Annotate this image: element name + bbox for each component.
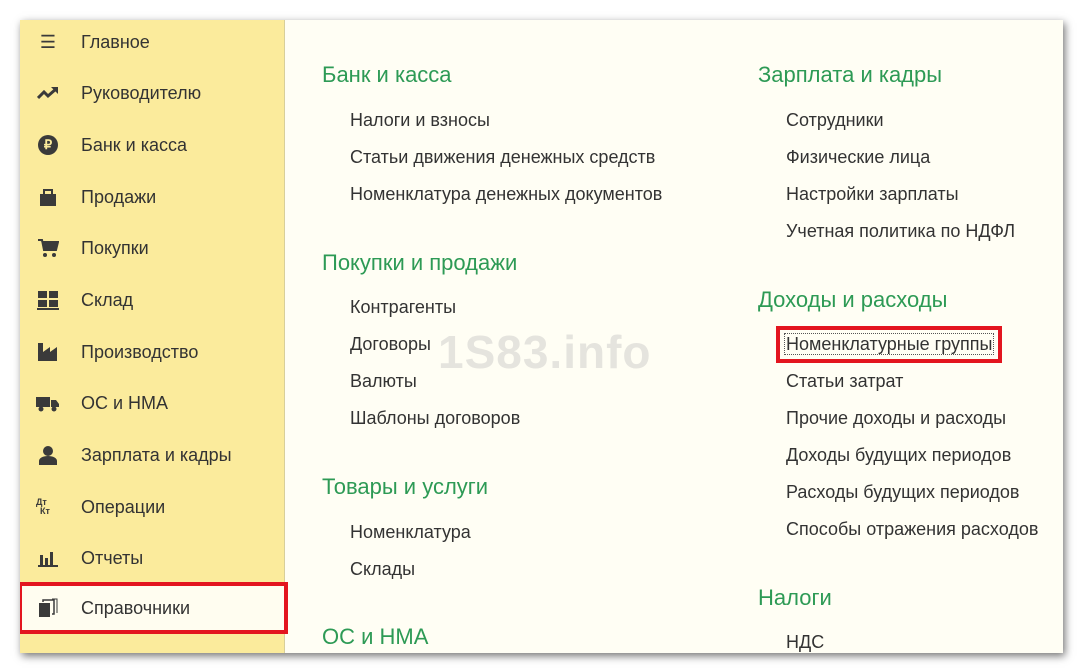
section-heading: Покупки и продажи [322, 250, 518, 275]
sidebar-item-label: Склад [81, 289, 134, 310]
sidebar-item-label: Покупки [81, 237, 149, 258]
sidebar-item-assets[interactable]: ОС и НМА [20, 381, 285, 425]
sidebar-item-label: Зарплата и кадры [81, 444, 232, 465]
section-heading: Товары и услуги [322, 474, 489, 499]
link-label: Номенклатурные группы [784, 333, 995, 355]
link-employees[interactable]: Сотрудники [786, 110, 884, 131]
sidebar-item-label: Главное [81, 31, 150, 52]
sidebar-item-label: ОС и НМА [81, 392, 169, 413]
link-warehouses[interactable]: Склады [350, 559, 415, 580]
link-nomenclature[interactable]: Номенклатура [350, 522, 471, 543]
sidebar-item-label: Производство [81, 341, 199, 362]
link-cost-items[interactable]: Статьи затрат [786, 371, 903, 392]
sidebar-item-label: Справочники [81, 597, 191, 618]
section-heading: ОС и НМА [322, 624, 429, 649]
dt-kt-icon: Дт Кт [36, 497, 50, 516]
cart-icon [36, 238, 60, 258]
sidebar-item-label: Банк и касса [81, 134, 187, 155]
watermark: 1S83.info [438, 326, 652, 378]
sidebar-item-warehouse[interactable]: Склад [20, 278, 285, 322]
section-heading: Зарплата и кадры [758, 62, 943, 87]
link-deferred-income[interactable]: Доходы будущих периодов [786, 445, 1011, 466]
link-contracts[interactable]: Договоры [350, 334, 431, 355]
section-heading: Доходы и расходы [758, 287, 948, 312]
sidebar-item-label: Руководителю [81, 82, 202, 103]
link-currencies[interactable]: Валюты [350, 371, 417, 392]
app-window: ☰ Главное Руководителю ₽ Банк и касса Прод… [20, 20, 1063, 653]
bar-chart-icon [36, 549, 60, 567]
sidebar-item-operations[interactable]: Дт Кт Операции [20, 485, 285, 529]
section-heading: Банк и касса [322, 62, 452, 87]
sidebar-item-label: Отчеты [81, 547, 144, 568]
link-vat[interactable]: НДС [786, 632, 824, 653]
link-individuals[interactable]: Физические лица [786, 147, 930, 168]
sidebar-item-salary[interactable]: Зарплата и кадры [20, 433, 285, 477]
documents-icon [36, 598, 60, 618]
link-cash-flow-items[interactable]: Статьи движения денежных средств [350, 147, 655, 168]
section-heading: Налоги [758, 585, 832, 610]
sidebar-item-label: Операции [81, 496, 166, 517]
trend-icon [36, 86, 60, 100]
link-cash-documents[interactable]: Номенклатура денежных документов [350, 184, 662, 205]
sidebar-item-catalogs[interactable]: Справочники [20, 582, 288, 634]
sidebar-item-main[interactable]: ☰ Главное [20, 20, 285, 64]
link-expense-methods[interactable]: Способы отражения расходов [786, 519, 1038, 540]
warehouse-icon [36, 290, 60, 310]
sidebar-item-production[interactable]: Производство [20, 330, 285, 374]
factory-icon [36, 342, 60, 362]
link-taxes-contributions[interactable]: Налоги и взносы [350, 110, 490, 131]
link-salary-settings[interactable]: Настройки зарплаты [786, 184, 959, 205]
sections-sidebar: ☰ Главное Руководителю ₽ Банк и касса Прод… [20, 20, 288, 653]
ruble-icon: ₽ [36, 135, 60, 155]
sidebar-item-bank[interactable]: ₽ Банк и касса [20, 123, 285, 167]
link-deferred-expenses[interactable]: Расходы будущих периодов [786, 482, 1019, 503]
sidebar-item-label: Продажи [81, 186, 157, 207]
menu-icon: ☰ [39, 31, 57, 52]
link-other-income-expenses[interactable]: Прочие доходы и расходы [786, 408, 1006, 429]
truck-icon [36, 394, 60, 412]
bag-icon [36, 187, 60, 207]
link-ndfl-policy[interactable]: Учетная политика по НДФЛ [786, 221, 1015, 242]
person-icon [36, 445, 60, 465]
link-counterparties[interactable]: Контрагенты [350, 297, 456, 318]
sidebar-item-sales[interactable]: Продажи [20, 175, 285, 219]
link-contract-templates[interactable]: Шаблоны договоров [350, 408, 520, 429]
sidebar-item-reports[interactable]: Отчеты [20, 536, 285, 580]
link-nomenclature-groups[interactable]: Номенклатурные группы [775, 326, 1003, 363]
sidebar-item-purchases[interactable]: Покупки [20, 226, 285, 270]
sidebar-item-manager[interactable]: Руководителю [20, 71, 285, 115]
